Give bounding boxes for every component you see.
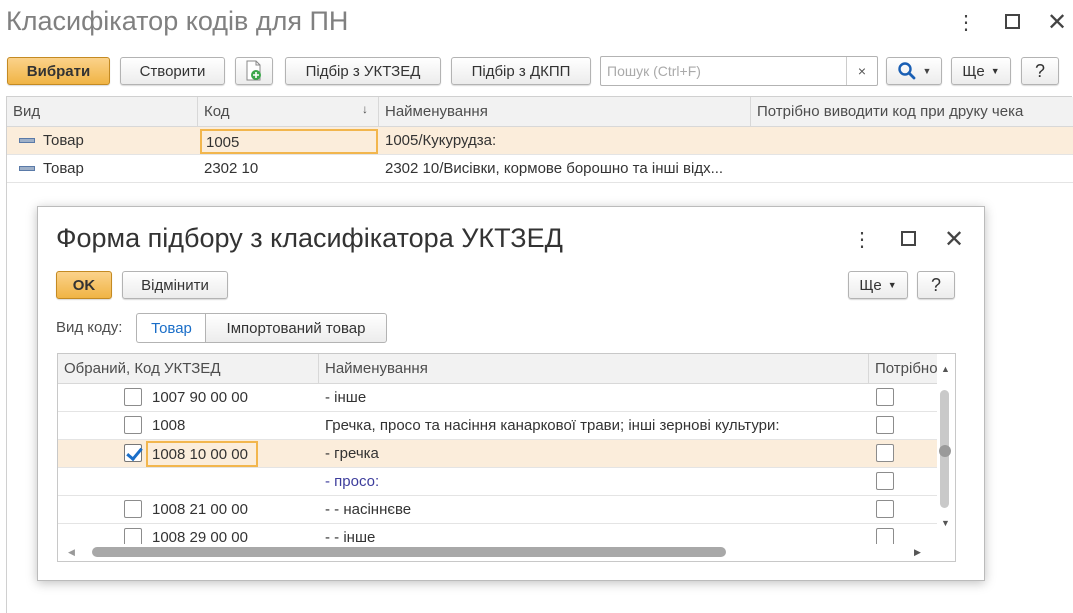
scroll-up-icon[interactable]: ▲ — [941, 364, 950, 374]
row-name: - інше — [325, 389, 367, 406]
column-header-required[interactable]: Потрібно — [869, 354, 937, 383]
required-checkbox[interactable] — [876, 472, 894, 490]
table-row[interactable]: 1007 90 00 00 - інше — [58, 384, 937, 412]
row-name: - просо: — [325, 473, 380, 490]
maximize-square — [1004, 14, 1020, 29]
row-name: 1005/Кукурудза: — [385, 132, 497, 149]
more-button[interactable]: Ще ▼ — [951, 57, 1011, 85]
dialog-title: Форма підбору з класифікатора УКТЗЕД — [56, 223, 563, 253]
search-button[interactable]: ▼ — [886, 57, 942, 85]
dialog-maximize-icon[interactable] — [896, 226, 920, 246]
ok-button[interactable]: OK — [56, 271, 112, 299]
dkpp-pick-button[interactable]: Підбір з ДКПП — [451, 57, 591, 85]
horizontal-scrollbar[interactable]: ◀ ▶ — [58, 544, 955, 561]
table-row[interactable]: 1008 Гречка, просо та насіння канаркової… — [58, 412, 937, 440]
new-document-icon — [246, 60, 261, 81]
scroll-position-dot — [939, 445, 951, 457]
window-title: Класифікатор кодів для ПН — [6, 6, 349, 36]
main-grid-header: Вид Код ↓ Найменування Потрібно виводити… — [7, 97, 1073, 127]
scroll-left-icon[interactable]: ◀ — [68, 547, 75, 558]
row-code[interactable]: 1008 10 00 00 — [146, 441, 258, 467]
row-name: - гречка — [325, 445, 379, 462]
chevron-down-icon: ▼ — [922, 66, 932, 76]
dialog-help-button[interactable]: ? — [917, 271, 955, 299]
uktzed-grid-header: Обраний, Код УКТЗЕД Найменування Потрібн… — [58, 354, 955, 384]
chevron-down-icon: ▼ — [887, 280, 897, 290]
row-code: 1007 90 00 00 — [152, 389, 248, 406]
row-name: - - насіннєве — [325, 501, 412, 518]
create-button[interactable]: Створити — [120, 57, 225, 85]
horizontal-scroll-thumb[interactable] — [92, 547, 726, 557]
row-name: Гречка, просо та насіння канаркової трав… — [325, 417, 780, 434]
column-header-code-label: Код — [204, 103, 230, 120]
dialog-close-icon[interactable]: ✕ — [942, 225, 966, 254]
scroll-down-icon[interactable]: ▼ — [941, 518, 950, 528]
select-button[interactable]: Вибрати — [7, 57, 110, 85]
code-kind-option-product[interactable]: Товар — [136, 313, 206, 343]
table-row[interactable]: Товар 1005 1005/Кукурудза: — [7, 127, 1073, 155]
dialog-more-label: Ще — [859, 276, 882, 294]
column-header-code[interactable]: Код ↓ — [198, 97, 379, 126]
dialog-more-options-icon[interactable]: ⋮ — [850, 227, 874, 252]
column-header-name[interactable]: Найменування — [319, 354, 869, 383]
column-header-print-code[interactable]: Потрібно виводити код при друку чека — [751, 97, 1073, 126]
scroll-right-icon[interactable]: ▶ — [914, 547, 921, 558]
uktzed-pick-dialog: Форма підбору з класифікатора УКТЗЕД ⋮ ✕… — [37, 206, 985, 581]
chevron-down-icon: ▼ — [990, 66, 1000, 76]
row-code: 2302 10 — [204, 160, 259, 177]
more-label: Ще — [962, 62, 985, 80]
row-code[interactable]: 1005 — [200, 129, 378, 154]
uktzed-grid: Обраний, Код УКТЗЕД Найменування Потрібн… — [57, 353, 956, 562]
table-row[interactable]: Товар 2302 10 2302 10/Висівки, кормове б… — [7, 155, 1073, 183]
row-name: 2302 10/Висівки, кормове борошно та інші… — [385, 160, 724, 177]
uktzed-pick-button[interactable]: Підбір з УКТЗЕД — [285, 57, 441, 85]
table-row[interactable]: - просо: — [58, 468, 937, 496]
vertical-scrollbar[interactable]: ▲ ▼ — [937, 354, 955, 544]
column-header-chosen-code[interactable]: Обраний, Код УКТЗЕД — [58, 354, 319, 383]
search-field[interactable]: Пошук (Ctrl+F) × — [600, 56, 878, 86]
search-placeholder: Пошук (Ctrl+F) — [607, 63, 701, 79]
code-kind-option-imported[interactable]: Імпортований товар — [205, 313, 387, 343]
row-kind: Товар — [43, 160, 84, 177]
table-row[interactable]: 1008 10 00 00 - гречка — [58, 440, 937, 468]
chosen-checkbox[interactable] — [124, 416, 142, 434]
chosen-checkbox[interactable] — [124, 388, 142, 406]
row-kind: Товар — [43, 132, 84, 149]
required-checkbox[interactable] — [876, 444, 894, 462]
product-kind-icon — [19, 166, 35, 171]
sort-arrow-icon: ↓ — [362, 102, 368, 116]
chosen-checkbox[interactable] — [124, 444, 142, 462]
required-checkbox[interactable] — [876, 500, 894, 518]
required-checkbox[interactable] — [876, 416, 894, 434]
column-header-name[interactable]: Найменування — [379, 97, 751, 126]
row-code: 1008 21 00 00 — [152, 501, 248, 518]
table-row[interactable]: 1008 21 00 00 - - насіннєве — [58, 496, 937, 524]
chosen-checkbox[interactable] — [124, 500, 142, 518]
clear-search-button[interactable]: × — [846, 57, 877, 85]
required-checkbox[interactable] — [876, 388, 894, 406]
product-kind-icon — [19, 138, 35, 143]
help-button[interactable]: ? — [1021, 57, 1059, 85]
column-header-kind[interactable]: Вид — [7, 97, 198, 126]
cancel-button[interactable]: Відмінити — [122, 271, 228, 299]
more-options-icon[interactable]: ⋮ — [954, 10, 978, 35]
row-code: 1008 — [152, 417, 186, 434]
maximize-square — [900, 231, 916, 246]
create-copy-button[interactable] — [235, 57, 273, 85]
close-icon[interactable]: ✕ — [1045, 8, 1069, 37]
search-icon — [897, 62, 915, 80]
code-kind-label: Вид коду: — [56, 319, 123, 336]
dialog-more-button[interactable]: Ще ▼ — [848, 271, 908, 299]
maximize-icon[interactable] — [1000, 9, 1024, 29]
